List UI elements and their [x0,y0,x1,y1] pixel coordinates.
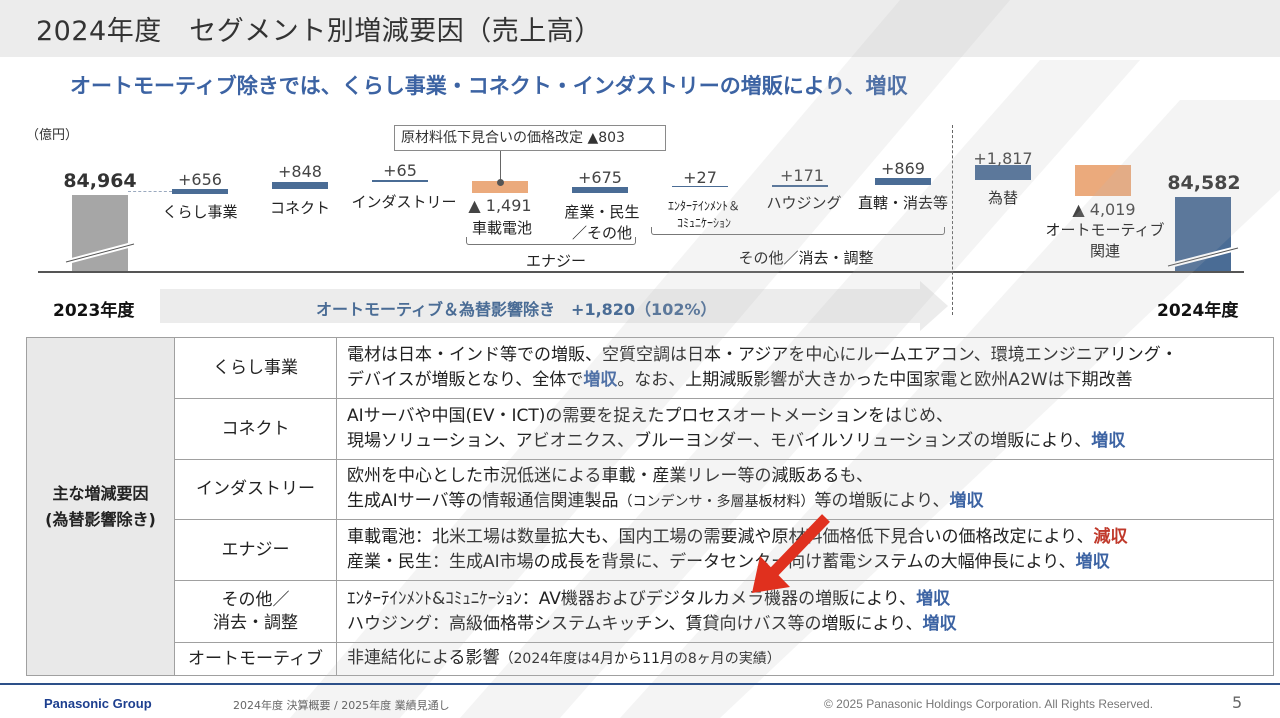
main-factors-label-2: (為替影響除き) [45,509,156,529]
price-revision-note: 原材料低下見合いの価格改定 ▲803 [394,125,666,151]
other-bracket [651,227,945,235]
increase-highlight: 増収 [583,370,618,390]
table-row: インダストリー 欧州を中心とした市況低迷による車載・産業リレー等の減販あるも、 … [27,459,1274,520]
segment-name: コネクト [174,398,337,460]
excluding-arrow-text: オートモーティブ＆為替影響除き +1,820（102%） [316,300,717,319]
copyright-text: © 2025 Panasonic Holdings Corporation. A… [824,697,1154,711]
segment-description: AIサーバや中国(EV・ICT)の需要を捉えたプロセスオートメーションをはじめ、… [336,398,1274,460]
desc-line: 現場ソリューション、アビオニクス、ブルーヨンダー、モバイルソリューションズの増販… [347,431,1092,451]
energy-group-label: エナジー [525,252,587,270]
segment-name: インダストリー [174,459,337,520]
segment-description: 欧州を中心とした市況低迷による車載・産業リレー等の減販あるも、 生成AIサーバ等… [336,459,1274,520]
document-name: 2024年度 決算概要 / 2025年度 業績見通し [233,699,450,712]
table-row: オートモーティブ 非連結化による影響（2024年度は4月から11月の8ヶ月の実績… [27,642,1274,676]
table-row: コネクト AIサーバや中国(EV・ICT)の需要を捉えたプロセスオートメーション… [27,398,1274,460]
note-leader-dot [497,179,504,186]
desc-note: （2024年度は4月から11月の8ヶ月の実績） [499,651,781,667]
note-leader-line [500,151,501,181]
main-factors-label-1: 主な増減要因 [52,483,149,503]
increase-highlight: 増収 [916,588,951,609]
desc-line: 等の増販により、 [814,491,950,511]
footer-rule [0,683,1280,685]
chart-baseline [38,271,1244,273]
start-year-label: 2023年度 [53,301,135,321]
table-row: エナジー 車載電池：北米工場は数量拡大も、国内工場の需要減や原材料価格低下見合い… [27,519,1274,581]
desc-line: 産業・民生：生成AI市場の成長を背景に、データセンター向け蓄電システムの大幅伸長… [347,552,1076,572]
segment-name: エナジー [174,519,337,581]
segment-description: 非連結化による影響（2024年度は4月から11月の8ヶ月の実績） [336,642,1274,676]
segment-description: ｴﾝﾀｰﾃｲﾝﾒﾝﾄ&ｺﾐｭﾆｹｰｼｮﾝ：AV機器およびデジタルカメラ機器の増販… [336,580,1274,643]
waterfall-chart: 84,964 +656 くらし事業 +848 コネクト +65 インダストリー … [0,0,1280,331]
desc-line: 電材は日本・インド等での増販、空質空調は日本・アジアを中心にルームエアコン、環境… [347,345,1178,365]
segment-name: くらし事業 [174,337,337,399]
excluding-arrow-head [920,281,948,331]
table-row: 主な増減要因 (為替影響除き) くらし事業 電材は日本・インド等での増販、空質空… [26,337,1274,676]
desc-line: 車載電池：北米工場は数量拡大も、国内工場の需要減や原材料価格低下見合いの価格改定… [347,527,1094,547]
increase-highlight: 増収 [922,613,957,634]
decrease-highlight: 減収 [1093,527,1128,547]
end-year-label: 2024年度 [1157,301,1239,321]
page-number: 5 [1232,693,1243,712]
desc-line: 非連結化による影響 [347,648,500,668]
segment-name-1: その他／ [221,589,290,610]
segment-name-2: 消去・調整 [213,612,298,633]
increase-highlight: 増収 [1075,552,1110,572]
desc-line: AIサーバや中国(EV・ICT)の需要を捉えたプロセスオートメーションをはじめ、 [347,406,954,426]
table-row: その他／ 消去・調整 ｴﾝﾀｰﾃｲﾝﾒﾝﾄ&ｺﾐｭﾆｹｰｼｮﾝ：AV機器およびデ… [27,580,1274,643]
factors-table: 主な増減要因 (為替影響除き) くらし事業 電材は日本・インド等での増販、空質空… [26,337,1274,676]
desc-line: 。なお、上期減販影響が大きかった中国家電と欧州A2Wは下期改善 [617,370,1133,390]
desc-line: 生成AIサーバ等の情報通信関連製品 [347,491,619,511]
axis-break-marks [65,241,1239,269]
desc-note: （コンデンサ・多層基板材料） [618,494,815,510]
increase-highlight: 増収 [1091,431,1126,451]
divider-line [952,125,953,315]
main-factors-label: 主な増減要因 (為替影響除き) [26,337,175,676]
desc-line: ハウジング：高級価格帯システムキッチン、賃貸向けバス等の増販により、 [347,613,923,634]
segment-name: オートモーティブ [174,642,337,676]
company-logo: Panasonic Group [44,696,152,711]
segment-name: その他／ 消去・調整 [174,580,337,643]
segment-description: 電材は日本・インド等での増販、空質空調は日本・アジアを中心にルームエアコン、環境… [336,337,1274,399]
segment-description: 車載電池：北米工場は数量拡大も、国内工場の需要減や原材料価格低下見合いの価格改定… [336,519,1274,581]
increase-highlight: 増収 [949,491,984,511]
desc-line: ｴﾝﾀｰﾃｲﾝﾒﾝﾄ&ｺﾐｭﾆｹｰｼｮﾝ：AV機器およびデジタルカメラ機器の増販… [347,588,917,609]
desc-line: デバイスが増販となり、全体で [347,370,584,390]
desc-line: 欧州を中心とした市況低迷による車載・産業リレー等の減販あるも、 [347,466,873,486]
energy-bracket [466,237,636,245]
other-group-label: その他／消去・調整 [738,249,874,267]
